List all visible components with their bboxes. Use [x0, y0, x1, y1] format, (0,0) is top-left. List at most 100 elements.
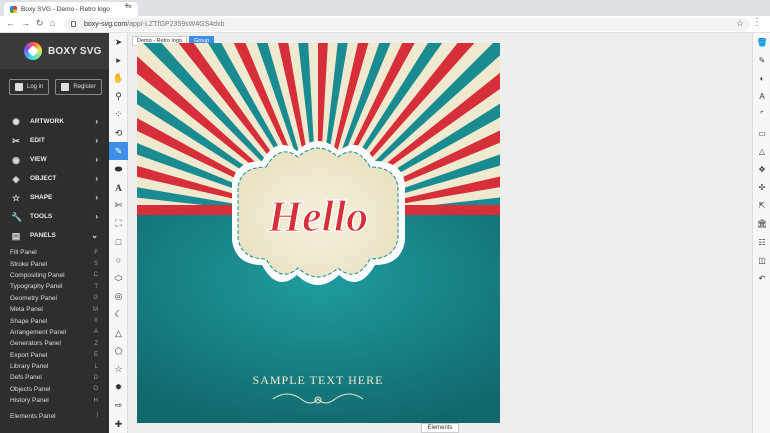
arrangement-panel-icon[interactable]: ✥: [753, 160, 770, 178]
menu-label: PANELS: [30, 232, 56, 239]
wrench-icon: 🔧: [11, 211, 23, 222]
artboard[interactable]: Hello SAMPLE TEXT HERE: [137, 43, 500, 423]
compositing-panel-icon[interactable]: ◐: [753, 69, 770, 87]
panel-item-export[interactable]: Export Panel E: [0, 350, 109, 361]
bookmark-star-icon[interactable]: ☆: [736, 18, 744, 29]
main-menu: ✺ ARTWORK › ✂ EDIT › ◉ VIEW › ◈ OBJECT ›…: [0, 112, 109, 245]
ring-tool-icon[interactable]: ◎: [109, 288, 128, 306]
shortcut-key: H: [93, 397, 98, 404]
panel-label: Compositing Panel: [10, 271, 65, 279]
circle-tool-icon[interactable]: ○: [109, 251, 128, 269]
forward-icon[interactable]: →: [21, 18, 30, 28]
panel-item-geometry[interactable]: Geometry Panel G: [0, 293, 109, 304]
stroke-panel-icon[interactable]: ✎: [753, 51, 770, 69]
eraser-tool-icon[interactable]: ⬬: [109, 160, 128, 178]
panel-item-shape[interactable]: Shape Panel X: [0, 315, 109, 326]
shortcut-key: C: [93, 272, 98, 279]
star-tool-icon[interactable]: ☆: [109, 360, 128, 378]
meta-panel-icon[interactable]: ▭: [753, 124, 770, 142]
rotate-tool-icon[interactable]: ⟲: [109, 124, 128, 142]
shape-panel-icon[interactable]: △: [753, 142, 770, 160]
menu-tools[interactable]: 🔧 TOOLS ›: [0, 207, 109, 226]
favicon-icon: [10, 5, 17, 13]
triangle-tool-icon[interactable]: △: [109, 324, 128, 342]
shortcut-key: S: [93, 261, 98, 268]
pentagon-tool-icon[interactable]: ⬠: [109, 342, 128, 360]
home-icon[interactable]: ⌂: [50, 18, 55, 28]
panel-item-compositing[interactable]: Compositing Panel C: [0, 270, 109, 281]
panel-item-history[interactable]: History Panel H: [0, 395, 109, 406]
walk-tool-icon[interactable]: ⚲: [109, 88, 128, 106]
back-icon[interactable]: ←: [6, 18, 15, 28]
login-label: Log in: [27, 84, 44, 90]
menu-label: SHAPE: [30, 194, 53, 201]
scissors-icon: ✂: [12, 135, 20, 146]
rectangle-tool-icon[interactable]: □: [109, 233, 128, 251]
user-icon: [15, 83, 23, 91]
ellipse-tool-icon[interactable]: ⬭: [109, 269, 128, 287]
new-tab-button[interactable]: +: [124, 1, 130, 12]
panel-label: Objects Panel: [10, 385, 51, 393]
panel-item-fill[interactable]: Fill Panel F: [0, 247, 109, 258]
burst-tool-icon[interactable]: ✹: [109, 379, 128, 397]
address-bar-row: ← → ↻ ⌂ boxy-svg.com/app/-LZTfGP2359sW4G…: [0, 16, 770, 33]
shortcut-key: L: [94, 363, 98, 370]
pan-tool-icon[interactable]: ✋: [109, 69, 128, 87]
menu-object[interactable]: ◈ OBJECT ›: [0, 169, 109, 188]
browser-menu-icon[interactable]: ⋮: [752, 17, 762, 28]
shortcut-key: T: [94, 283, 98, 290]
browser-tab[interactable]: Boxy SVG - Demo - Retro logo ×: [4, 2, 138, 16]
export-panel-icon[interactable]: ⇱: [753, 197, 770, 215]
shortcut-key: E: [93, 352, 98, 359]
typography-panel-icon[interactable]: A: [753, 88, 770, 106]
chevron-right-icon: ›: [95, 136, 98, 145]
edit-tool-icon[interactable]: ▸: [109, 51, 128, 69]
node-tool-icon[interactable]: ⁘: [109, 106, 128, 124]
generators-panel-icon[interactable]: ✣: [753, 179, 770, 197]
library-panel-icon[interactable]: 🏛: [753, 215, 770, 233]
canvas-area[interactable]: Demo - Retro logo Group Hello SAMPLE TEX…: [128, 33, 752, 433]
panel-item-arrangement[interactable]: Arrangement Panel A: [0, 327, 109, 338]
boxy-logo-icon: [24, 42, 42, 60]
menu-artwork[interactable]: ✺ ARTWORK ›: [0, 112, 109, 131]
elements-tab[interactable]: Elements: [421, 423, 459, 433]
panel-label: Defs Panel: [10, 374, 42, 382]
reload-icon[interactable]: ↻: [36, 18, 44, 29]
pen-tool-icon[interactable]: ✎: [109, 142, 128, 161]
transform-tool-icon[interactable]: ➤: [109, 33, 128, 51]
menu-view[interactable]: ◉ VIEW ›: [0, 150, 109, 169]
panel-item-generators[interactable]: Generators Panel Z: [0, 338, 109, 349]
menu-label: ARTWORK: [30, 118, 64, 125]
menu-panels[interactable]: ▤ PANELS ⌄: [0, 226, 109, 245]
tool-column: ➤ ▸ ✋ ⚲ ⁘ ⟲ ✎ ⬬ A ✄ ⛶ □ ○ ⬭ ◎ ☾ △ ⬠ ☆ ✹ …: [109, 33, 128, 433]
menu-label: OBJECT: [30, 175, 57, 182]
hello-text: Hello: [267, 192, 368, 241]
panel-item-library[interactable]: Library Panel L: [0, 361, 109, 372]
history-panel-icon[interactable]: ↶: [753, 269, 770, 287]
chevron-right-icon: ›: [95, 193, 98, 202]
text-tool-icon[interactable]: A: [109, 179, 128, 197]
panel-item-stroke[interactable]: Stroke Panel S: [0, 258, 109, 269]
panel-item-typography[interactable]: Typography Panel T: [0, 281, 109, 292]
chevron-right-icon: ›: [95, 155, 98, 164]
defs-panel-icon[interactable]: ☷: [753, 233, 770, 251]
url-input[interactable]: boxy-svg.com/app/-LZTfGP2359sW4GS4dxb: [64, 18, 750, 31]
login-button[interactable]: Log in: [9, 79, 50, 95]
sample-text: SAMPLE TEXT HERE: [253, 373, 384, 387]
tab-title: Boxy SVG - Demo - Retro logo: [21, 5, 110, 13]
panel-item-meta[interactable]: Meta Panel M: [0, 304, 109, 315]
menu-edit[interactable]: ✂ EDIT ›: [0, 131, 109, 150]
objects-panel-icon[interactable]: ◫: [753, 251, 770, 269]
register-button[interactable]: Register: [55, 79, 102, 95]
menu-shape[interactable]: ☆ SHAPE ›: [0, 188, 109, 207]
panel-item-defs[interactable]: Defs Panel D: [0, 372, 109, 383]
panel-item-objects[interactable]: Objects Panel O: [0, 384, 109, 395]
crop-tool-icon[interactable]: ⛶: [109, 215, 128, 233]
geometry-panel-icon[interactable]: ⌜: [753, 106, 770, 124]
cross-tool-icon[interactable]: ✚: [109, 415, 128, 433]
panel-item-elements[interactable]: Elements Panel I: [0, 410, 109, 421]
arrow-tool-icon[interactable]: ⇨: [109, 397, 128, 415]
fill-panel-icon[interactable]: 🪣: [753, 33, 770, 51]
crescent-tool-icon[interactable]: ☾: [109, 306, 128, 324]
path-tool-icon[interactable]: ✄: [109, 197, 128, 215]
